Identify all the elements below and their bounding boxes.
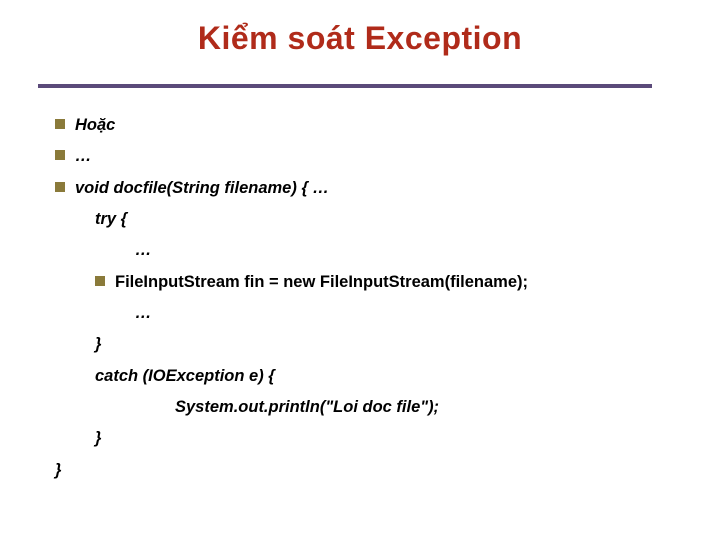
- slide: Kiểm soát Exception Hoặc … void docfile(…: [0, 0, 720, 540]
- bullet-marker-icon: [55, 150, 65, 160]
- text: void docfile(String filename) { …: [75, 179, 329, 197]
- text: …: [135, 304, 152, 322]
- bullet-marker-icon: [95, 276, 105, 286]
- code-line: System.out.println("Loi doc file");: [55, 392, 675, 423]
- bullet-marker-icon: [55, 182, 65, 192]
- text: FileInputStream fin = new FileInputStrea…: [115, 273, 528, 291]
- text: try {: [95, 210, 127, 228]
- text: …: [75, 147, 92, 165]
- code-line: try {: [55, 204, 675, 235]
- title-underline: [38, 84, 652, 88]
- code-line: void docfile(String filename) { …: [55, 173, 675, 204]
- text: Hoặc: [75, 116, 115, 134]
- text: }: [55, 461, 61, 479]
- code-line: FileInputStream fin = new FileInputStrea…: [55, 267, 675, 298]
- text: }: [95, 429, 101, 447]
- text: …: [135, 241, 152, 259]
- code-line: Hoặc: [55, 110, 675, 141]
- code-line: …: [55, 298, 675, 329]
- code-line: …: [55, 235, 675, 266]
- code-line: }: [55, 329, 675, 360]
- code-line: catch (IOException e) {: [55, 361, 675, 392]
- text: }: [95, 335, 101, 353]
- bullet-marker-icon: [55, 119, 65, 129]
- code-line: …: [55, 141, 675, 172]
- code-line: }: [55, 423, 675, 454]
- code-line: }: [55, 455, 675, 486]
- text: System.out.println("Loi doc file");: [175, 398, 439, 416]
- slide-body: Hoặc … void docfile(String filename) { ……: [55, 110, 675, 486]
- slide-title: Kiểm soát Exception: [0, 20, 720, 57]
- text: catch (IOException e) {: [95, 367, 275, 385]
